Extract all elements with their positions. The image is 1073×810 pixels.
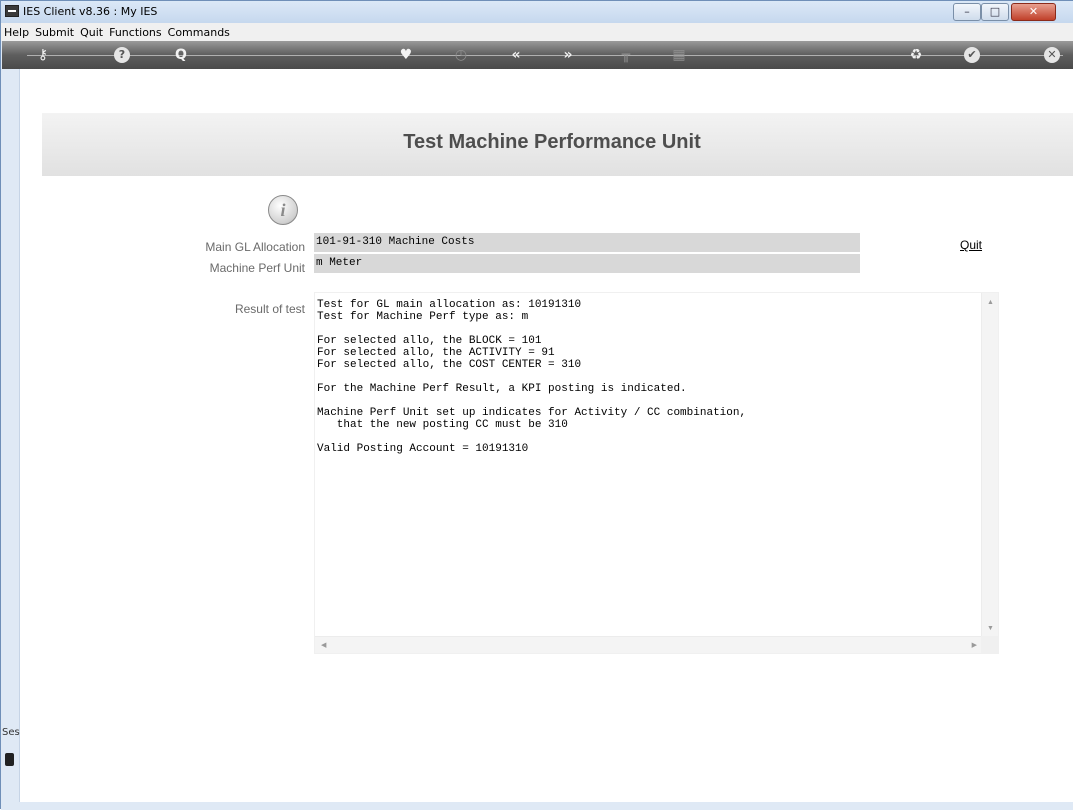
- info-icon: i: [268, 195, 298, 225]
- toolbar: ⚷ ? Q ♥ ◷ « » ╥ ▦ ♻ ✔ ✕: [2, 41, 1073, 69]
- close-window-button[interactable]: ✕: [1011, 3, 1056, 21]
- vertical-scrollbar[interactable]: ▲ ▼: [981, 293, 998, 638]
- horizontal-scrollbar[interactable]: ◀ ▶: [315, 636, 983, 653]
- title-bar[interactable]: IES Client v8.36 : My IES – □ ✕: [1, 1, 1073, 23]
- main-gl-allocation-field[interactable]: [314, 233, 860, 252]
- scroll-down-icon[interactable]: ▼: [987, 625, 994, 632]
- page-title: Test Machine Performance Unit: [403, 131, 701, 153]
- maximize-button[interactable]: □: [981, 3, 1009, 21]
- scroll-left-icon[interactable]: ◀: [321, 641, 326, 649]
- menu-help[interactable]: Help: [1, 24, 32, 42]
- main-gl-allocation-label: Main GL Allocation: [205, 240, 305, 254]
- previous-icon[interactable]: «: [507, 46, 525, 64]
- tools-icon[interactable]: ╥: [617, 46, 635, 64]
- result-of-test-label: Result of test: [234, 302, 305, 316]
- result-text-area[interactable]: Test for GL main allocation as: 10191310…: [314, 292, 999, 654]
- check-icon[interactable]: ✔: [964, 47, 980, 63]
- menu-commands[interactable]: Commands: [165, 24, 233, 42]
- minimize-button[interactable]: –: [953, 3, 981, 21]
- scroll-up-icon[interactable]: ▲: [987, 299, 994, 306]
- grid-icon[interactable]: ▦: [670, 46, 688, 64]
- next-icon[interactable]: »: [559, 46, 577, 64]
- application-window: IES Client v8.36 : My IES – □ ✕ Help Subm…: [0, 0, 1073, 810]
- search-icon[interactable]: Q: [172, 46, 190, 64]
- menu-bar: Help Submit Quit Functions Commands: [1, 23, 1073, 41]
- app-icon: [5, 5, 19, 17]
- machine-perf-unit-label: Machine Perf Unit: [209, 261, 305, 275]
- close-icon[interactable]: ✕: [1044, 47, 1060, 63]
- menu-functions[interactable]: Functions: [106, 24, 165, 42]
- result-text: Test for GL main allocation as: 10191310…: [317, 299, 747, 455]
- clock-icon[interactable]: ◷: [452, 46, 470, 64]
- heart-icon[interactable]: ♥: [397, 46, 415, 64]
- recycle-icon[interactable]: ♻: [907, 46, 925, 64]
- machine-perf-unit-field[interactable]: [314, 254, 860, 273]
- scroll-corner: [981, 636, 998, 653]
- session-label: Ses: [2, 727, 20, 738]
- menu-submit[interactable]: Submit: [32, 24, 77, 42]
- session-icon[interactable]: [5, 753, 14, 766]
- quit-link[interactable]: Quit: [960, 238, 982, 252]
- help-icon[interactable]: ?: [114, 47, 130, 63]
- key-icon[interactable]: ⚷: [34, 46, 52, 64]
- window-title: IES Client v8.36 : My IES: [23, 5, 158, 18]
- scroll-right-icon[interactable]: ▶: [972, 641, 977, 649]
- content-area: Test Machine Performance Unit i Main GL …: [19, 69, 1073, 802]
- menu-quit[interactable]: Quit: [77, 24, 106, 42]
